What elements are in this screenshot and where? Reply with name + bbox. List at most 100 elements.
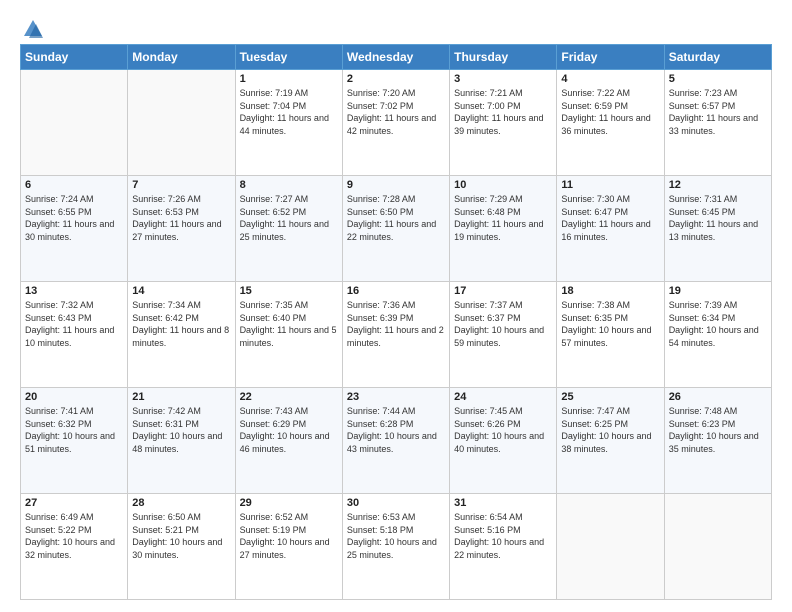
day-info: Sunrise: 7:30 AMSunset: 6:47 PMDaylight:…: [561, 194, 650, 242]
weekday-header: Thursday: [450, 45, 557, 70]
day-number: 18: [561, 285, 659, 297]
weekday-header: Friday: [557, 45, 664, 70]
day-number: 16: [347, 285, 445, 297]
day-info: Sunrise: 7:26 AMSunset: 6:53 PMDaylight:…: [132, 194, 221, 242]
calendar-cell: 25 Sunrise: 7:47 AMSunset: 6:25 PMDaylig…: [557, 388, 664, 494]
logo-icon: [22, 18, 44, 40]
calendar-table: SundayMondayTuesdayWednesdayThursdayFrid…: [20, 44, 772, 600]
calendar-cell: 1 Sunrise: 7:19 AMSunset: 7:04 PMDayligh…: [235, 70, 342, 176]
day-info: Sunrise: 7:24 AMSunset: 6:55 PMDaylight:…: [25, 194, 114, 242]
day-number: 23: [347, 391, 445, 403]
day-number: 22: [240, 391, 338, 403]
day-number: 11: [561, 179, 659, 191]
day-info: Sunrise: 7:22 AMSunset: 6:59 PMDaylight:…: [561, 88, 650, 136]
day-number: 31: [454, 497, 552, 509]
day-info: Sunrise: 7:27 AMSunset: 6:52 PMDaylight:…: [240, 194, 329, 242]
day-info: Sunrise: 7:47 AMSunset: 6:25 PMDaylight:…: [561, 406, 651, 454]
calendar-cell: 17 Sunrise: 7:37 AMSunset: 6:37 PMDaylig…: [450, 282, 557, 388]
calendar-week-row: 13 Sunrise: 7:32 AMSunset: 6:43 PMDaylig…: [21, 282, 772, 388]
day-number: 1: [240, 73, 338, 85]
calendar-cell: 12 Sunrise: 7:31 AMSunset: 6:45 PMDaylig…: [664, 176, 771, 282]
calendar-week-row: 20 Sunrise: 7:41 AMSunset: 6:32 PMDaylig…: [21, 388, 772, 494]
day-info: Sunrise: 7:39 AMSunset: 6:34 PMDaylight:…: [669, 300, 759, 348]
day-number: 9: [347, 179, 445, 191]
weekday-header: Monday: [128, 45, 235, 70]
day-info: Sunrise: 6:49 AMSunset: 5:22 PMDaylight:…: [25, 512, 115, 560]
calendar-cell: 23 Sunrise: 7:44 AMSunset: 6:28 PMDaylig…: [342, 388, 449, 494]
header: [20, 16, 772, 36]
calendar-cell: [128, 70, 235, 176]
calendar-cell: [557, 494, 664, 600]
day-number: 12: [669, 179, 767, 191]
day-number: 19: [669, 285, 767, 297]
day-info: Sunrise: 7:42 AMSunset: 6:31 PMDaylight:…: [132, 406, 222, 454]
calendar-week-row: 1 Sunrise: 7:19 AMSunset: 7:04 PMDayligh…: [21, 70, 772, 176]
day-info: Sunrise: 7:38 AMSunset: 6:35 PMDaylight:…: [561, 300, 651, 348]
day-number: 30: [347, 497, 445, 509]
calendar-cell: 22 Sunrise: 7:43 AMSunset: 6:29 PMDaylig…: [235, 388, 342, 494]
calendar-cell: 13 Sunrise: 7:32 AMSunset: 6:43 PMDaylig…: [21, 282, 128, 388]
day-number: 2: [347, 73, 445, 85]
calendar-cell: 31 Sunrise: 6:54 AMSunset: 5:16 PMDaylig…: [450, 494, 557, 600]
calendar-cell: 20 Sunrise: 7:41 AMSunset: 6:32 PMDaylig…: [21, 388, 128, 494]
calendar-cell: 3 Sunrise: 7:21 AMSunset: 7:00 PMDayligh…: [450, 70, 557, 176]
weekday-header: Wednesday: [342, 45, 449, 70]
calendar-cell: 4 Sunrise: 7:22 AMSunset: 6:59 PMDayligh…: [557, 70, 664, 176]
day-number: 24: [454, 391, 552, 403]
weekday-header: Tuesday: [235, 45, 342, 70]
day-number: 25: [561, 391, 659, 403]
day-info: Sunrise: 7:19 AMSunset: 7:04 PMDaylight:…: [240, 88, 329, 136]
calendar-cell: 10 Sunrise: 7:29 AMSunset: 6:48 PMDaylig…: [450, 176, 557, 282]
calendar-cell: 27 Sunrise: 6:49 AMSunset: 5:22 PMDaylig…: [21, 494, 128, 600]
calendar-cell: 9 Sunrise: 7:28 AMSunset: 6:50 PMDayligh…: [342, 176, 449, 282]
day-info: Sunrise: 7:44 AMSunset: 6:28 PMDaylight:…: [347, 406, 437, 454]
day-info: Sunrise: 7:23 AMSunset: 6:57 PMDaylight:…: [669, 88, 758, 136]
calendar-cell: 28 Sunrise: 6:50 AMSunset: 5:21 PMDaylig…: [128, 494, 235, 600]
day-number: 14: [132, 285, 230, 297]
day-number: 26: [669, 391, 767, 403]
day-info: Sunrise: 7:20 AMSunset: 7:02 PMDaylight:…: [347, 88, 436, 136]
day-number: 28: [132, 497, 230, 509]
day-info: Sunrise: 7:31 AMSunset: 6:45 PMDaylight:…: [669, 194, 758, 242]
calendar-cell: 26 Sunrise: 7:48 AMSunset: 6:23 PMDaylig…: [664, 388, 771, 494]
calendar-week-row: 27 Sunrise: 6:49 AMSunset: 5:22 PMDaylig…: [21, 494, 772, 600]
calendar-cell: 15 Sunrise: 7:35 AMSunset: 6:40 PMDaylig…: [235, 282, 342, 388]
calendar-cell: [21, 70, 128, 176]
calendar-cell: 19 Sunrise: 7:39 AMSunset: 6:34 PMDaylig…: [664, 282, 771, 388]
day-info: Sunrise: 7:29 AMSunset: 6:48 PMDaylight:…: [454, 194, 543, 242]
calendar-cell: 30 Sunrise: 6:53 AMSunset: 5:18 PMDaylig…: [342, 494, 449, 600]
day-number: 27: [25, 497, 123, 509]
calendar-cell: [664, 494, 771, 600]
day-info: Sunrise: 7:35 AMSunset: 6:40 PMDaylight:…: [240, 300, 337, 348]
day-info: Sunrise: 7:41 AMSunset: 6:32 PMDaylight:…: [25, 406, 115, 454]
calendar-cell: 2 Sunrise: 7:20 AMSunset: 7:02 PMDayligh…: [342, 70, 449, 176]
calendar-cell: 29 Sunrise: 6:52 AMSunset: 5:19 PMDaylig…: [235, 494, 342, 600]
day-number: 8: [240, 179, 338, 191]
logo: [20, 16, 44, 36]
calendar-week-row: 6 Sunrise: 7:24 AMSunset: 6:55 PMDayligh…: [21, 176, 772, 282]
calendar-cell: 7 Sunrise: 7:26 AMSunset: 6:53 PMDayligh…: [128, 176, 235, 282]
day-number: 15: [240, 285, 338, 297]
calendar-cell: 5 Sunrise: 7:23 AMSunset: 6:57 PMDayligh…: [664, 70, 771, 176]
day-info: Sunrise: 7:21 AMSunset: 7:00 PMDaylight:…: [454, 88, 543, 136]
day-number: 4: [561, 73, 659, 85]
day-info: Sunrise: 7:28 AMSunset: 6:50 PMDaylight:…: [347, 194, 436, 242]
day-number: 7: [132, 179, 230, 191]
day-info: Sunrise: 6:54 AMSunset: 5:16 PMDaylight:…: [454, 512, 544, 560]
day-number: 20: [25, 391, 123, 403]
day-info: Sunrise: 6:53 AMSunset: 5:18 PMDaylight:…: [347, 512, 437, 560]
calendar-cell: 14 Sunrise: 7:34 AMSunset: 6:42 PMDaylig…: [128, 282, 235, 388]
calendar-cell: 21 Sunrise: 7:42 AMSunset: 6:31 PMDaylig…: [128, 388, 235, 494]
day-number: 13: [25, 285, 123, 297]
day-number: 6: [25, 179, 123, 191]
calendar-cell: 24 Sunrise: 7:45 AMSunset: 6:26 PMDaylig…: [450, 388, 557, 494]
day-number: 3: [454, 73, 552, 85]
weekday-header: Sunday: [21, 45, 128, 70]
day-info: Sunrise: 7:45 AMSunset: 6:26 PMDaylight:…: [454, 406, 544, 454]
calendar-cell: 11 Sunrise: 7:30 AMSunset: 6:47 PMDaylig…: [557, 176, 664, 282]
calendar-header-row: SundayMondayTuesdayWednesdayThursdayFrid…: [21, 45, 772, 70]
day-info: Sunrise: 7:37 AMSunset: 6:37 PMDaylight:…: [454, 300, 544, 348]
day-number: 21: [132, 391, 230, 403]
day-number: 5: [669, 73, 767, 85]
day-info: Sunrise: 6:50 AMSunset: 5:21 PMDaylight:…: [132, 512, 222, 560]
